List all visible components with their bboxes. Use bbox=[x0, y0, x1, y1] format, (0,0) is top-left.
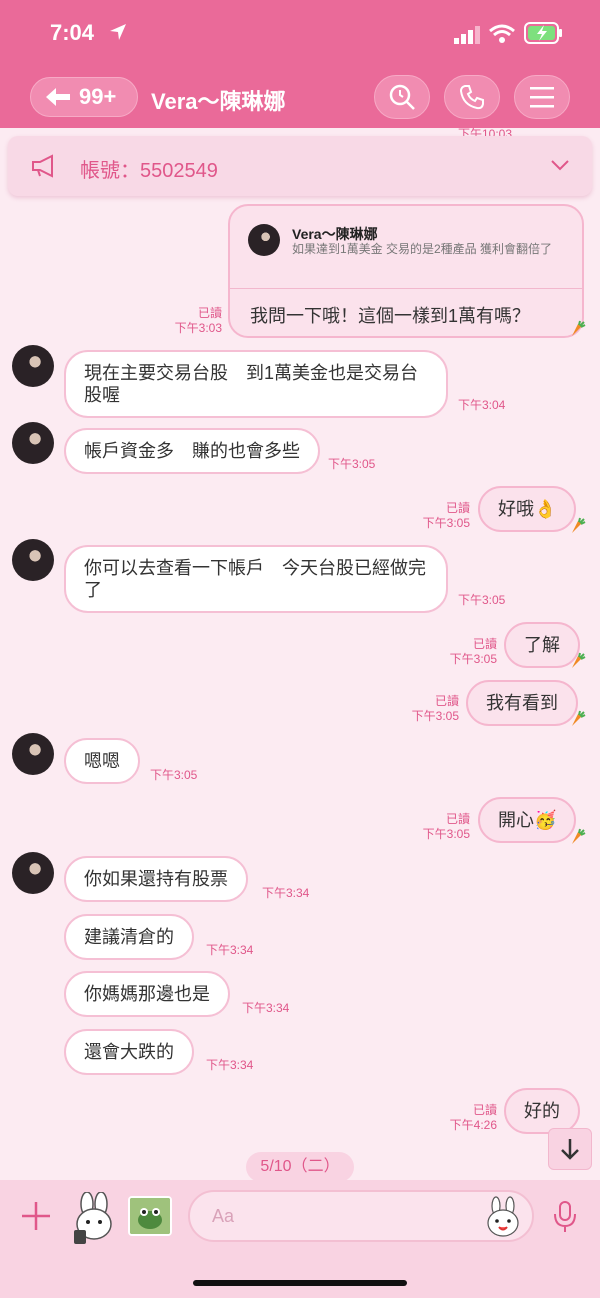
message-bubble[interactable]: 你媽媽那邊也是 bbox=[64, 971, 230, 1017]
search-icon bbox=[389, 84, 415, 110]
quoted-sender: Vera～陳琳娜 bbox=[292, 226, 378, 242]
message-bubble[interactable]: 帳戶資金多 賺的也會多些 bbox=[64, 428, 320, 474]
message-bubble[interactable]: 我有看到 bbox=[466, 680, 578, 726]
message-bubble[interactable]: 開心🥳 bbox=[478, 797, 577, 843]
message-input-placeholder: Aa bbox=[212, 1206, 235, 1226]
carrot-icon bbox=[572, 828, 586, 844]
status-bar: 7:04 bbox=[0, 0, 600, 66]
carrot-icon bbox=[572, 320, 586, 336]
menu-icon bbox=[530, 87, 554, 108]
message-bubble[interactable]: 還會大跌的 bbox=[64, 1029, 194, 1075]
chevron-down-icon[interactable] bbox=[550, 158, 570, 172]
timestamp: 下午3:34 bbox=[206, 943, 254, 957]
timestamp: 下午3:34 bbox=[206, 1058, 254, 1072]
timestamp: 下午3:05 bbox=[422, 827, 470, 841]
emoji-icon[interactable] bbox=[484, 1196, 522, 1238]
avatar[interactable] bbox=[12, 345, 54, 387]
avatar[interactable] bbox=[12, 539, 54, 581]
avatar[interactable] bbox=[12, 852, 54, 894]
photo-icon[interactable] bbox=[128, 1196, 172, 1236]
quoted-text: 如果達到1萬美金 交易的是2種產品 獲利會翻倍了 bbox=[292, 242, 553, 256]
announcement-text: 帳號：5502549 bbox=[80, 160, 218, 182]
read-receipt: 已讀 bbox=[445, 812, 470, 826]
status-time: 7:04 bbox=[50, 20, 95, 45]
timestamp: 下午3:05 bbox=[422, 516, 470, 530]
chat-header: 99+ Vera～陳琳娜 bbox=[0, 66, 600, 128]
message-input[interactable]: Aa bbox=[188, 1190, 534, 1242]
battery-charging-icon bbox=[524, 22, 562, 44]
search-button[interactable] bbox=[374, 75, 430, 119]
message-bubble[interactable]: 好哦👌 bbox=[478, 486, 577, 532]
arrow-down-icon bbox=[561, 1139, 579, 1160]
date-separator: 5/10（二） bbox=[246, 1152, 354, 1182]
read-receipt: 已讀 bbox=[472, 1103, 497, 1117]
scroll-to-bottom-button[interactable] bbox=[548, 1128, 592, 1170]
megaphone-icon bbox=[32, 154, 53, 178]
divider bbox=[230, 288, 582, 289]
avatar[interactable] bbox=[12, 422, 54, 464]
read-receipt: 已讀 bbox=[434, 694, 459, 708]
message-bubble[interactable]: 建議清倉的 bbox=[64, 914, 194, 960]
timestamp: 下午3:05 bbox=[150, 768, 198, 782]
timestamp: 下午3:05 bbox=[449, 652, 497, 666]
avatar bbox=[248, 224, 280, 256]
message-text: 我問一下哦！這個一樣到1萬有嗎？ bbox=[250, 306, 531, 326]
call-button[interactable] bbox=[444, 75, 500, 119]
message-bubble[interactable]: 嗯嗯 bbox=[64, 738, 140, 784]
carrot-icon bbox=[572, 710, 586, 726]
menu-button[interactable] bbox=[514, 75, 570, 119]
timestamp: 下午3:03 bbox=[174, 321, 222, 335]
bunny-sticker-icon[interactable] bbox=[70, 1192, 120, 1246]
avatar[interactable] bbox=[12, 733, 54, 775]
back-button[interactable]: 99+ bbox=[30, 77, 138, 117]
message-bubble[interactable]: 你可以去查看一下帳戶 今天台股已經做完了 bbox=[64, 545, 448, 613]
message-bubble[interactable]: 你如果還持有股票 bbox=[64, 856, 248, 902]
timestamp: 下午3:34 bbox=[262, 886, 310, 900]
phone-icon bbox=[459, 85, 484, 110]
back-arrow-icon bbox=[46, 88, 70, 106]
wifi-icon bbox=[489, 24, 515, 43]
timestamp: 下午3:34 bbox=[242, 1001, 290, 1015]
chat-title: Vera～陳琳娜 bbox=[151, 89, 286, 114]
timestamp: 下午3:05 bbox=[411, 709, 459, 723]
plus-icon[interactable] bbox=[18, 1198, 54, 1234]
timestamp: 下午3:05 bbox=[458, 593, 506, 607]
location-arrow-icon bbox=[110, 24, 126, 40]
timestamp: 下午4:26 bbox=[449, 1118, 497, 1132]
message-bubble[interactable]: 現在主要交易台股 到1萬美金也是交易台股喔 bbox=[64, 350, 448, 418]
read-receipt: 已讀 bbox=[472, 637, 497, 651]
signal-icon bbox=[454, 26, 480, 44]
carrot-icon bbox=[572, 517, 586, 533]
carrot-icon bbox=[572, 652, 586, 668]
announcement-bar[interactable]: 帳號：5502549 bbox=[8, 136, 592, 196]
reply-message-bubble[interactable]: Vera～陳琳娜 如果達到1萬美金 交易的是2種產品 獲利會翻倍了 我問一下哦！… bbox=[228, 204, 584, 338]
timestamp: 下午3:05 bbox=[328, 457, 376, 471]
read-receipt: 已讀 bbox=[197, 306, 222, 320]
home-indicator bbox=[193, 1280, 407, 1286]
unread-count: 99+ bbox=[79, 84, 117, 109]
read-receipt: 已讀 bbox=[445, 501, 470, 515]
timestamp: 下午3:04 bbox=[458, 398, 506, 412]
mic-icon[interactable] bbox=[552, 1200, 578, 1234]
